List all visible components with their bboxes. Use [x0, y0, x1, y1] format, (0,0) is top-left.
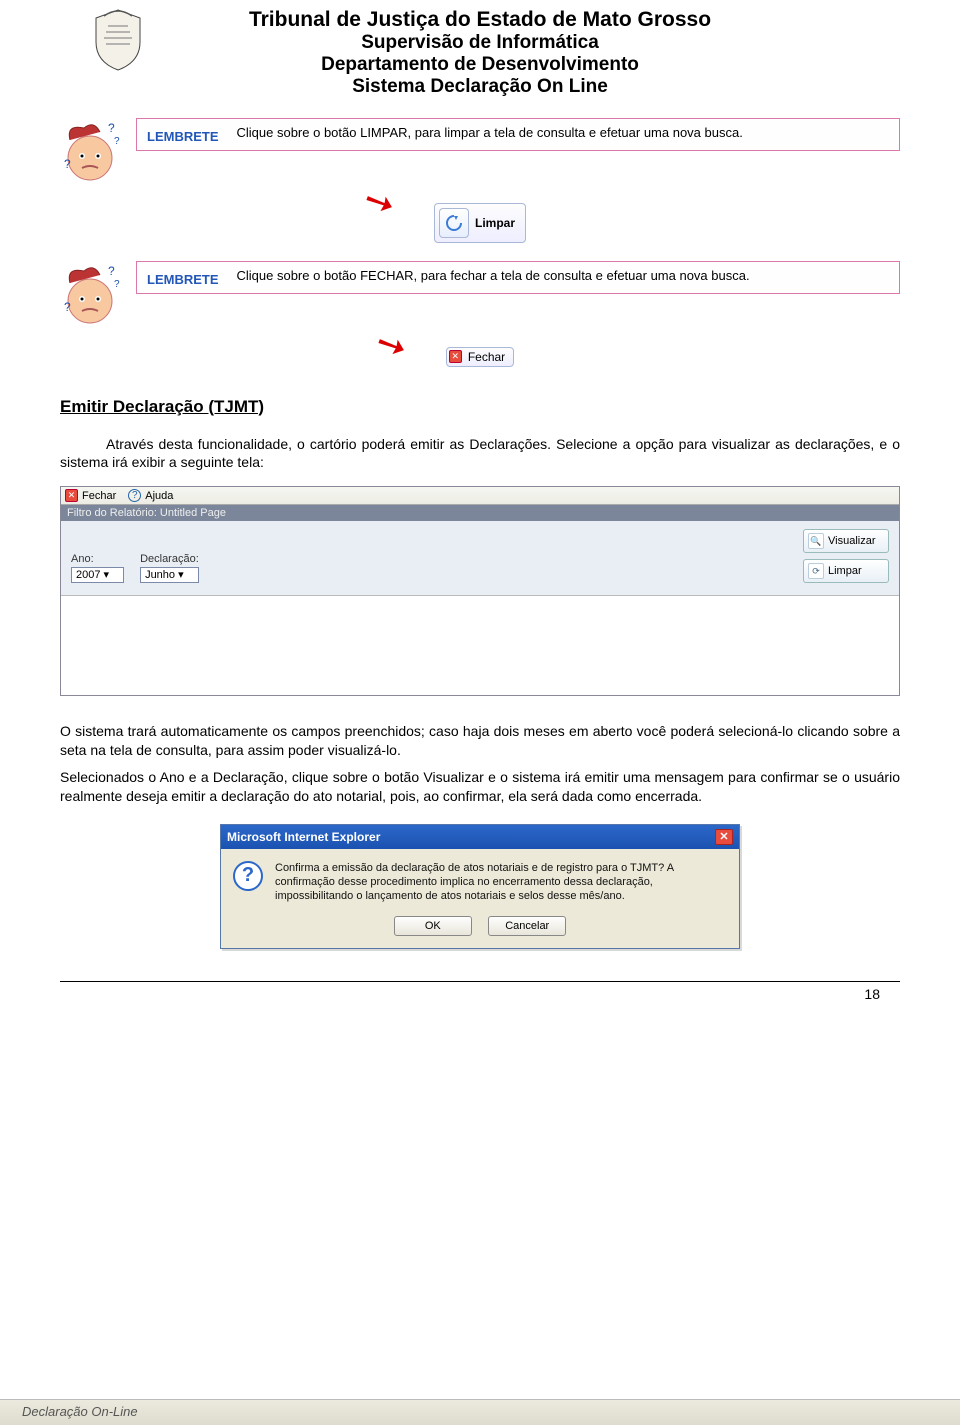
ano-label: Ano:: [71, 553, 124, 565]
header-line-1: Tribunal de Justiça do Estado de Mato Gr…: [60, 8, 900, 32]
page-number: 18: [0, 982, 960, 1002]
confirm-dialog: Microsoft Internet Explorer ✕ ? Confirma…: [220, 824, 740, 949]
limpar-button[interactable]: Limpar: [434, 203, 526, 243]
dialog-close-button[interactable]: ✕: [715, 829, 733, 845]
svg-text:?: ?: [108, 121, 115, 135]
svg-text:?: ?: [114, 279, 120, 290]
lembrete-label: LEMBRETE: [147, 268, 219, 287]
lembrete-label: LEMBRETE: [147, 125, 219, 144]
question-icon: ?: [233, 861, 263, 891]
thinking-face-icon: ? ? ?: [60, 118, 124, 193]
close-icon: ✕: [449, 350, 462, 363]
svg-text:?: ?: [64, 157, 71, 171]
refresh-icon: ⟳: [808, 563, 824, 579]
section-title: Emitir Declaração (TJMT): [60, 397, 900, 417]
lembrete-limpar: ? ? ? LEMBRETE Clique sobre o botão LIMP…: [60, 118, 900, 193]
declaracao-label: Declaração:: [140, 553, 199, 565]
document-header: Tribunal de Justiça do Estado de Mato Gr…: [60, 8, 900, 98]
refresh-icon: [439, 208, 469, 238]
header-line-2: Supervisão de Informática: [60, 32, 900, 54]
crest-icon: [90, 8, 146, 77]
lembrete-fechar: ? ? ? LEMBRETE Clique sobre o botão FECH…: [60, 261, 900, 336]
header-line-3: Departamento de Desenvolvimento: [60, 54, 900, 76]
ok-button[interactable]: OK: [394, 916, 472, 936]
declaracao-select[interactable]: Junho ▾: [140, 567, 199, 583]
paragraph-intro: Através desta funcionalidade, o cartório…: [60, 435, 900, 473]
svg-text:?: ?: [108, 264, 115, 278]
lembrete-text: Clique sobre o botão LIMPAR, para limpar…: [237, 125, 743, 140]
dialog-title: Microsoft Internet Explorer: [227, 830, 380, 844]
help-icon: ?: [128, 489, 141, 502]
screenshot-filter-panel: ✕ Fechar ? Ajuda Filtro do Relatório: Un…: [60, 486, 900, 696]
ano-select[interactable]: 2007 ▾: [71, 567, 124, 583]
filter-title: Filtro do Relatório: Untitled Page: [61, 505, 899, 521]
lembrete-text: Clique sobre o botão FECHAR, para fechar…: [237, 268, 750, 283]
panel-close-button[interactable]: ✕ Fechar: [65, 489, 116, 502]
panel-help-button[interactable]: ? Ajuda: [128, 489, 173, 502]
magnifier-icon: 🔍: [808, 533, 824, 549]
svg-text:?: ?: [64, 300, 71, 314]
close-icon: ✕: [65, 489, 78, 502]
header-line-4: Sistema Declaração On Line: [60, 76, 900, 98]
visualizar-button[interactable]: 🔍 Visualizar: [803, 529, 889, 553]
dialog-message: Confirma a emissão da declaração de atos…: [275, 861, 725, 904]
paragraph-confirm: Selecionados o Ano e a Declaração, cliqu…: [60, 768, 900, 806]
footer-bar: Declaração On-Line: [0, 1399, 960, 1425]
limpar-button[interactable]: ⟳ Limpar: [803, 559, 889, 583]
fechar-button[interactable]: ✕ Fechar: [446, 347, 514, 367]
svg-text:?: ?: [114, 136, 120, 147]
paragraph-auto-fields: O sistema trará automaticamente os campo…: [60, 722, 900, 760]
thinking-face-icon: ? ? ?: [60, 261, 124, 336]
cancel-button[interactable]: Cancelar: [488, 916, 566, 936]
